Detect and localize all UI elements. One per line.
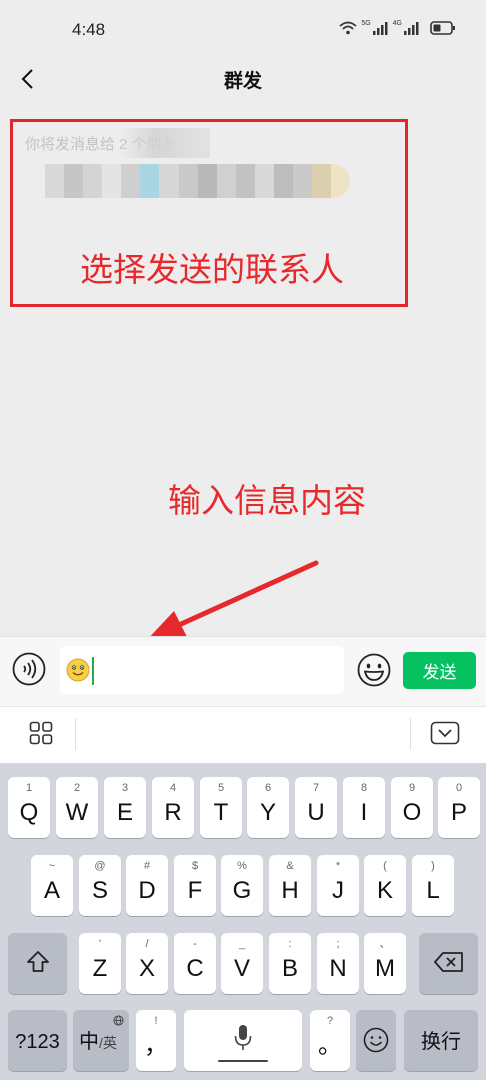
emoji-button[interactable]: [357, 653, 391, 687]
signal-icon: [372, 21, 389, 40]
lang-sub-label: /英: [99, 1035, 117, 1051]
key-y[interactable]: 6Y: [247, 777, 289, 838]
enter-key[interactable]: 换行: [404, 1010, 478, 1071]
key-i[interactable]: 8I: [343, 777, 385, 838]
toolbar-divider: [410, 718, 411, 750]
annotation-contacts: 选择发送的联系人: [80, 251, 344, 288]
emoji-icon: [363, 1027, 389, 1053]
key-j[interactable]: * J: [317, 855, 359, 916]
numbers-key[interactable]: ?123: [8, 1010, 67, 1071]
backspace-icon: [433, 952, 463, 972]
smiley-emoji: [66, 658, 90, 682]
signal-icon: [404, 21, 420, 40]
page-title: 群发: [223, 71, 262, 92]
voice-button[interactable]: [12, 652, 46, 686]
key-c[interactable]: -C: [174, 933, 216, 994]
key-x[interactable]: / X: [126, 933, 168, 994]
text-caret: [92, 657, 94, 685]
key-r[interactable]: 4R: [152, 777, 194, 838]
key-k[interactable]: (K: [364, 855, 406, 916]
send-button[interactable]: 发送: [403, 652, 476, 689]
key-u[interactable]: 7U: [295, 777, 337, 838]
key-g[interactable]: % G: [221, 855, 263, 916]
emoji-icon: [357, 653, 391, 687]
key-o[interactable]: 9O: [391, 777, 433, 838]
language-switch-key[interactable]: 中/英: [73, 1010, 129, 1071]
period-key[interactable]: ?。: [310, 1010, 350, 1071]
backspace-key[interactable]: [419, 933, 478, 994]
grid-menu-icon[interactable]: [29, 721, 53, 745]
comma-key[interactable]: !，: [136, 1010, 176, 1071]
wifi-icon: [339, 21, 357, 40]
key-v[interactable]: _ V: [221, 933, 263, 994]
emoji-keyboard-key[interactable]: [356, 1010, 396, 1071]
lang-label: 中: [79, 1031, 99, 1053]
battery-icon: [430, 20, 456, 40]
key-e[interactable]: 3E: [104, 777, 146, 838]
annotation-message: 输入信息内容: [168, 482, 366, 519]
status-icons: 5G 4G: [339, 18, 456, 42]
key-w[interactable]: 2W: [56, 777, 98, 838]
shift-key[interactable]: [8, 933, 67, 994]
globe-icon: [113, 1015, 124, 1026]
signal-1-tag: 5G: [361, 20, 371, 27]
message-input[interactable]: [60, 646, 344, 694]
key-l[interactable]: ) L: [412, 855, 454, 916]
shift-icon: [26, 951, 49, 972]
key-b[interactable]: :B: [269, 933, 311, 994]
key-s[interactable]: @ S: [79, 855, 121, 916]
keyboard-collapse-icon[interactable]: [430, 721, 460, 745]
key-f[interactable]: $ F: [174, 855, 216, 916]
microphone-icon: [234, 1025, 252, 1050]
voice-icon: [12, 652, 46, 686]
key-z[interactable]: ' Z: [79, 933, 121, 994]
key-q[interactable]: 1Q: [8, 777, 50, 838]
key-n[interactable]: ; N: [317, 933, 359, 994]
key-h[interactable]: & H: [269, 855, 311, 916]
key-t[interactable]: 5T: [200, 777, 242, 838]
key-p[interactable]: 0P: [438, 777, 480, 838]
signal-2-tag: 4G: [392, 20, 402, 27]
key-a[interactable]: ~ A: [31, 855, 73, 916]
status-time: 4:48: [72, 20, 106, 39]
space-key[interactable]: [184, 1010, 302, 1071]
key-d[interactable]: # D: [126, 855, 168, 916]
ime-toolbar: [0, 706, 486, 764]
key-m[interactable]: 、 M: [364, 933, 406, 994]
toolbar-divider: [75, 718, 76, 750]
